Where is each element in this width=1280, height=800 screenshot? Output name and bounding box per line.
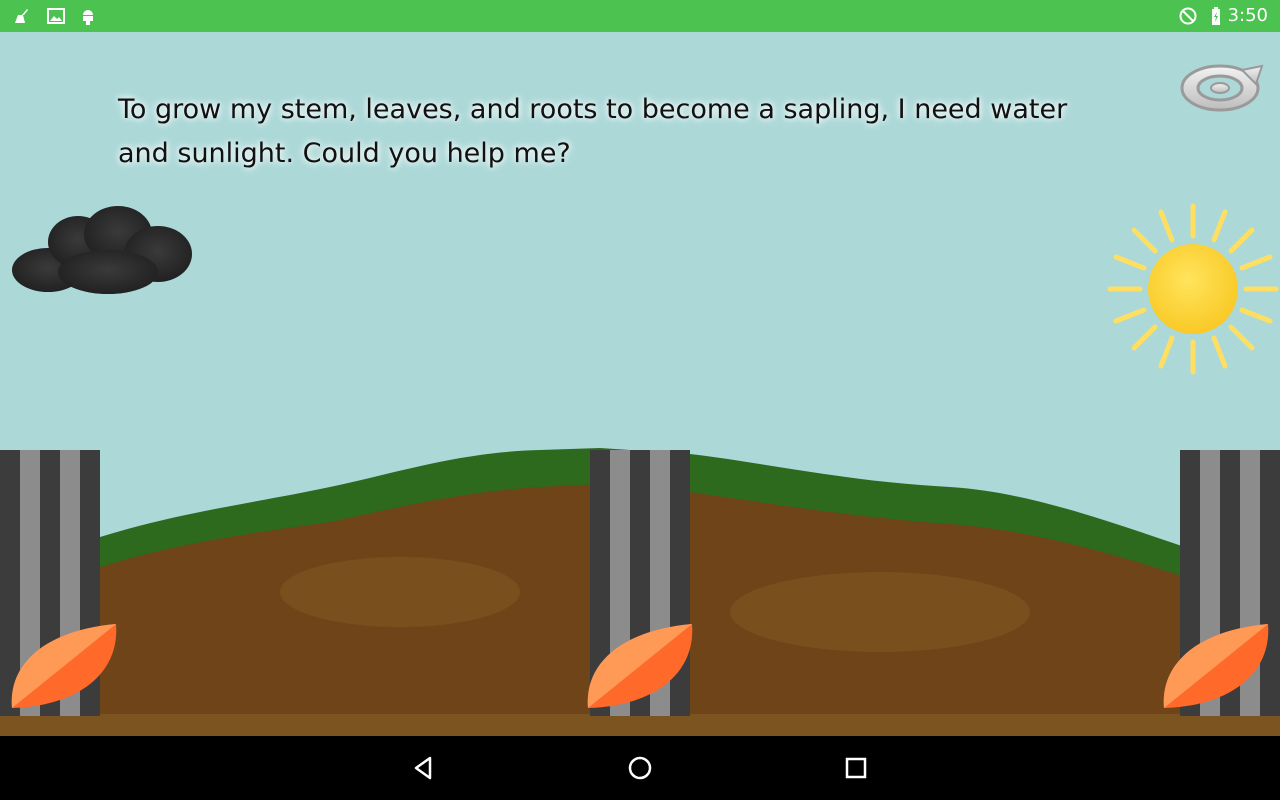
narration-line-2: and sunlight. Could you help me?: [118, 138, 571, 169]
do-not-disturb-icon: [1179, 7, 1197, 25]
battery-charging-icon: [1212, 7, 1220, 25]
leaf-middle[interactable]: [584, 622, 694, 712]
status-bar: 3:50: [0, 0, 1280, 32]
cleaner-icon: [15, 9, 28, 23]
narration-text: To grow my stem, leaves, and roots to be…: [118, 88, 1078, 176]
sun[interactable]: [1106, 202, 1280, 376]
game-scene: To grow my stem, leaves, and roots to be…: [0, 32, 1280, 736]
leaf-left[interactable]: [8, 622, 118, 712]
image-icon: [47, 8, 65, 24]
recents-icon[interactable]: [840, 752, 872, 784]
replay-icon[interactable]: [1176, 60, 1264, 116]
home-icon[interactable]: [624, 752, 656, 784]
narration-line-1: To grow my stem, leaves, and roots to be…: [118, 94, 1068, 125]
rain-cloud[interactable]: [8, 202, 198, 297]
leaf-right[interactable]: [1160, 622, 1270, 712]
navigation-bar: [0, 736, 1280, 800]
back-icon[interactable]: [408, 752, 440, 784]
android-icon: [83, 10, 93, 25]
status-time: 3:50: [1227, 5, 1268, 26]
